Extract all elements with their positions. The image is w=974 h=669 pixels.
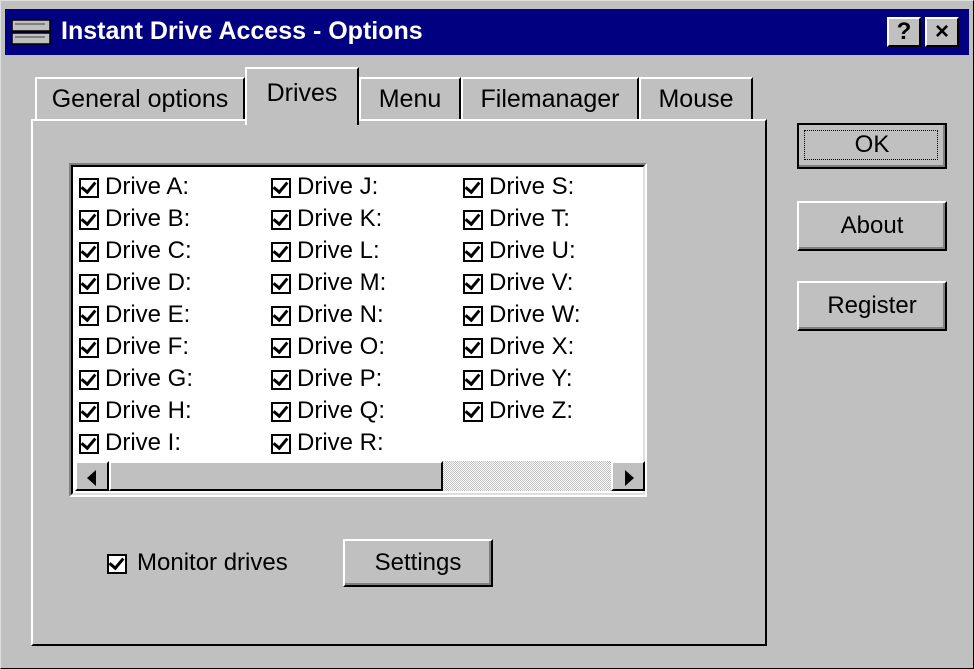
checkbox-checked-icon <box>271 306 291 326</box>
checkbox-checked-icon <box>463 338 483 358</box>
checkbox-checked-icon <box>79 242 99 262</box>
tab-label: Drives <box>266 79 338 107</box>
focus-ring <box>804 130 938 160</box>
checkbox-checked-icon <box>463 306 483 326</box>
checkbox-checked-icon <box>271 434 291 454</box>
help-button[interactable]: ? <box>887 17 921 47</box>
settings-button[interactable]: Settings <box>343 539 493 587</box>
checkbox-checked-icon <box>79 402 99 422</box>
close-icon: × <box>934 18 949 45</box>
arrow-left-icon <box>87 470 96 486</box>
help-icon: ? <box>896 18 912 45</box>
scroll-thumb[interactable] <box>109 461 443 491</box>
ok-button[interactable]: OK <box>797 123 947 169</box>
tab-label: Filemanager <box>480 85 620 113</box>
tab-label: Menu <box>378 85 442 113</box>
tab-menu[interactable]: Menu <box>359 77 461 121</box>
close-button[interactable]: × <box>925 17 959 47</box>
window-title: Instant Drive Access - Options <box>61 17 423 45</box>
horizontal-scrollbar[interactable] <box>75 461 645 491</box>
checkbox-checked-icon <box>271 274 291 294</box>
tab-label: Mouse <box>658 85 734 113</box>
checkbox-checked-icon <box>271 242 291 262</box>
checkbox-checked-icon <box>463 242 483 262</box>
drive-app-icon <box>11 19 51 45</box>
options-dialog: Instant Drive Access - Options ? × Gener… <box>0 0 974 669</box>
checkbox-checked-icon <box>107 554 127 574</box>
checkbox-checked-icon <box>79 370 99 390</box>
checkbox-checked-icon <box>79 434 99 454</box>
about-button[interactable]: About <box>797 201 947 251</box>
scroll-left-button[interactable] <box>75 461 109 491</box>
checkbox-checked-icon <box>271 402 291 422</box>
tab-filemanager[interactable]: Filemanager <box>461 77 639 121</box>
checkbox-checked-icon <box>463 178 483 198</box>
scroll-right-button[interactable] <box>611 461 645 491</box>
tab-label: General options <box>51 85 229 113</box>
tab-mouse[interactable]: Mouse <box>639 77 753 121</box>
tab-general-options[interactable]: General options <box>35 77 245 121</box>
tab-drives[interactable]: Drives <box>245 67 359 125</box>
checkbox-checked-icon <box>463 210 483 230</box>
checkbox-checked-icon <box>463 402 483 422</box>
register-button[interactable]: Register <box>797 281 947 331</box>
checkbox-checked-icon <box>271 178 291 198</box>
drive-list[interactable]: Drive A: Drive B: Drive C: Drive D: Driv… <box>69 163 647 497</box>
checkbox-checked-icon <box>271 210 291 230</box>
title-bar[interactable]: Instant Drive Access - Options ? × <box>5 9 969 55</box>
arrow-right-icon <box>625 470 634 486</box>
checkbox-checked-icon <box>79 210 99 230</box>
checkbox-checked-icon <box>79 338 99 358</box>
checkbox-checked-icon <box>463 370 483 390</box>
checkbox-checked-icon <box>79 306 99 326</box>
checkbox-checked-icon <box>79 178 99 198</box>
checkbox-checked-icon <box>463 274 483 294</box>
checkbox-checked-icon <box>271 370 291 390</box>
checkbox-checked-icon <box>271 338 291 358</box>
checkbox-checked-icon <box>79 274 99 294</box>
